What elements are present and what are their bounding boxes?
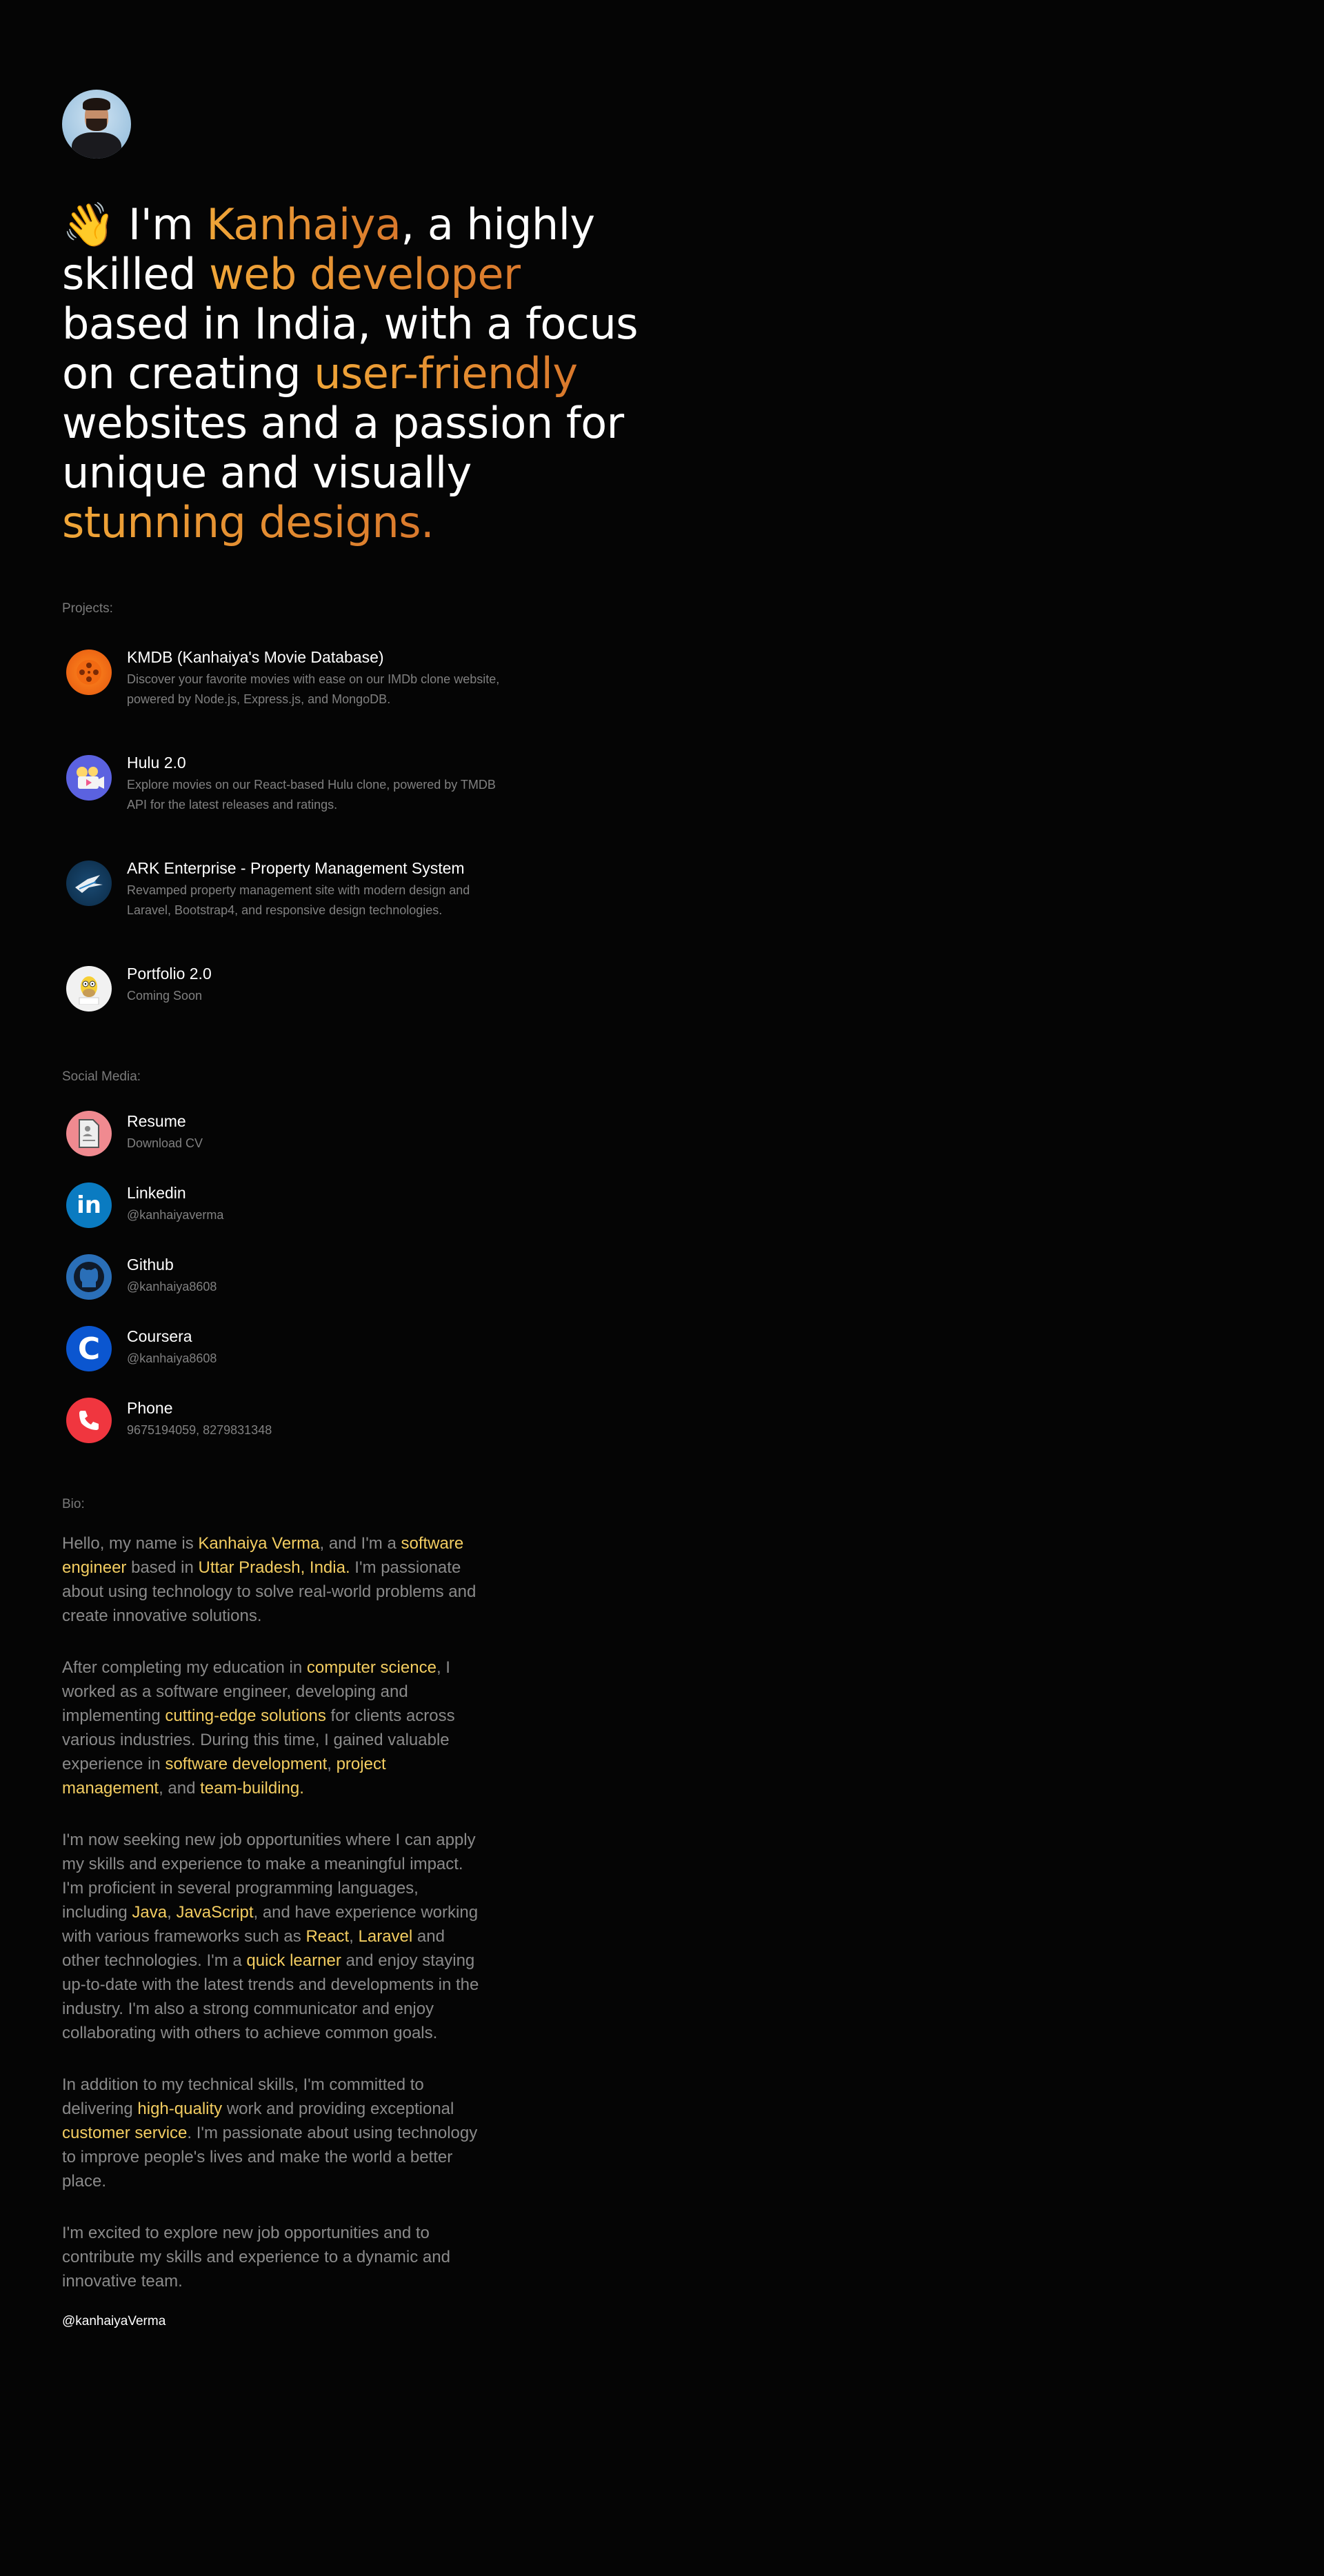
project-item-ark[interactable]: ARK Enterprise - Property Management Sys…: [62, 858, 1262, 920]
bio-paragraph: I'm excited to explore new job opportuni…: [62, 2224, 450, 2291]
social-desc: 9675194059, 8279831348: [127, 1423, 272, 1437]
avatar: [62, 90, 131, 159]
linkedin-icon: in: [66, 1183, 112, 1228]
homer-avatar-icon: [66, 966, 112, 1012]
bio-paragraph: I'm now seeking new job opportunities wh…: [62, 1831, 479, 2042]
project-title: Portfolio 2.0: [127, 965, 212, 983]
social-item-resume[interactable]: Resume Download CV: [62, 1108, 1262, 1156]
social-title: Phone: [127, 1399, 173, 1417]
project-item-hulu[interactable]: Hulu 2.0 Explore movies on our React-bas…: [62, 752, 1262, 815]
bio-paragraph: In addition to my technical skills, I'm …: [62, 2075, 478, 2191]
bio-text: Hello, my name is Kanhaiya Verma, and I'…: [62, 1531, 483, 2293]
project-desc: Discover your favorite movies with ease …: [127, 672, 500, 706]
project-desc: Explore movies on our React-based Hulu c…: [127, 778, 496, 812]
project-desc: Revamped property management site with m…: [127, 883, 470, 917]
social-desc: @kanhaiya8608: [127, 1351, 217, 1365]
social-item-github[interactable]: Github @kanhaiya8608: [62, 1251, 1262, 1300]
project-item-kmdb[interactable]: KMDB (Kanhaiya's Movie Database) Discove…: [62, 647, 1262, 710]
hero-name: Kanhaiya: [206, 199, 401, 250]
phone-icon: [66, 1398, 112, 1443]
social-title: Coursera: [127, 1327, 192, 1345]
github-icon: [66, 1254, 112, 1300]
project-desc: Coming Soon: [127, 989, 203, 1003]
social-list: Resume Download CV in Linkedin @kanhaiya…: [62, 1108, 1262, 1443]
social-media-label: Social Media:: [62, 1069, 141, 1084]
footer-handle-link[interactable]: @kanhaiyaVerma: [62, 2314, 1262, 2329]
social-item-coursera[interactable]: C Coursera @kanhaiya8608: [62, 1323, 1262, 1371]
projects-list: KMDB (Kanhaiya's Movie Database) Discove…: [62, 647, 1262, 1012]
social-item-linkedin[interactable]: in Linkedin @kanhaiyaverma: [62, 1180, 1262, 1228]
bio-paragraph: Hello, my name is Kanhaiya Verma, and I'…: [62, 1534, 477, 1625]
projects-label: Projects:: [62, 601, 113, 616]
portfolio-page: 👋 I'm Kanhaiya, a highly skilled web dev…: [0, 0, 1262, 2329]
social-title: Github: [127, 1256, 174, 1274]
social-title: Linkedin: [127, 1184, 186, 1202]
document-icon: [66, 1111, 112, 1156]
bio-label: Bio:: [62, 1497, 85, 1511]
project-title: KMDB (Kanhaiya's Movie Database): [127, 648, 384, 666]
social-desc: @kanhaiyaverma: [127, 1208, 224, 1222]
hero-intro: 👋 I'm Kanhaiya, a highly skilled web dev…: [62, 199, 639, 547]
project-title: ARK Enterprise - Property Management Sys…: [127, 859, 465, 877]
project-item-portfolio[interactable]: Portfolio 2.0 Coming Soon: [62, 963, 1262, 1012]
bio-paragraph: After completing my education in compute…: [62, 1658, 455, 1798]
social-item-phone[interactable]: Phone 9675194059, 8279831348: [62, 1395, 1262, 1443]
social-title: Resume: [127, 1112, 186, 1130]
film-reel-icon: [66, 650, 112, 695]
hero-role: web developer: [209, 249, 521, 299]
project-title: Hulu 2.0: [127, 754, 186, 772]
wave-emoji-icon: 👋: [62, 199, 115, 250]
social-desc: Download CV: [127, 1136, 203, 1150]
social-desc: @kanhaiya8608: [127, 1280, 217, 1294]
movie-projector-icon: [66, 755, 112, 801]
ark-logo-icon: [66, 861, 112, 906]
coursera-icon: C: [66, 1326, 112, 1371]
